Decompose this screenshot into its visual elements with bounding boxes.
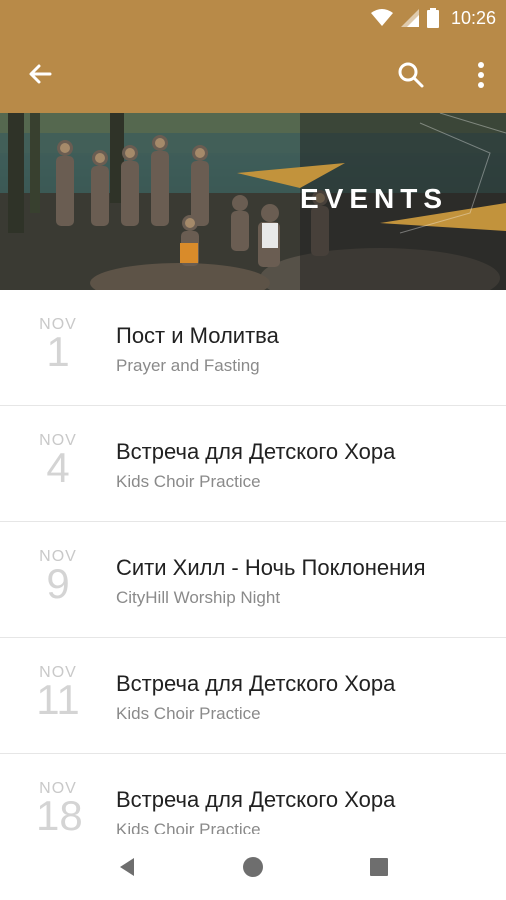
event-subtitle: Prayer and Fasting [116,356,260,375]
events-banner: EVENTS [0,113,506,290]
event-title: Встреча для Детского Хора [116,787,396,812]
battery-icon [426,8,439,28]
event-day: 18 [36,792,83,839]
event-list: NOV 1 Пост и Молитва Prayer and Fasting … [0,290,506,870]
event-title: Встреча для Детского Хора [116,439,396,464]
nav-home-icon[interactable] [238,852,268,882]
app-bar [0,36,506,113]
event-title: Сити Хилл - Ночь Поклонения [116,555,426,580]
wifi-icon [370,9,393,26]
event-subtitle: Kids Choir Practice [116,704,261,723]
event-date: NOV 18 [36,780,83,839]
system-nav-bar [0,834,506,900]
event-day: 1 [46,328,70,375]
event-item[interactable]: NOV 11 Встреча для Детского Хора Kids Ch… [0,638,506,754]
event-day: 4 [46,444,70,491]
event-subtitle: CityHill Worship Night [116,588,281,607]
event-date: NOV 11 [36,664,80,723]
status-bar: 10:26 [0,0,506,36]
banner-title: EVENTS [300,183,449,214]
event-item[interactable]: NOV 9 Сити Хилл - Ночь Поклонения CityHi… [0,522,506,638]
event-day: 11 [36,676,80,723]
status-icons: 10:26 [370,6,496,30]
nav-recents-icon[interactable] [364,852,394,882]
event-day: 9 [46,560,70,607]
event-item[interactable]: NOV 4 Встреча для Детского Хора Kids Cho… [0,406,506,522]
event-item[interactable]: NOV 1 Пост и Молитва Prayer and Fasting [0,290,506,406]
search-icon[interactable] [396,60,426,90]
event-subtitle: Kids Choir Practice [116,472,261,491]
event-title: Пост и Молитва [116,323,279,348]
signal-icon [400,9,419,27]
event-date: NOV 9 [36,548,80,607]
event-title: Встреча для Детского Хора [116,671,396,696]
event-date: NOV 4 [36,432,80,491]
arrow-left-icon[interactable] [24,60,54,90]
event-date: NOV 1 [36,316,80,375]
more-vert-icon[interactable] [474,60,488,90]
clock: 10:26 [450,7,496,28]
nav-back-icon[interactable] [112,852,142,882]
